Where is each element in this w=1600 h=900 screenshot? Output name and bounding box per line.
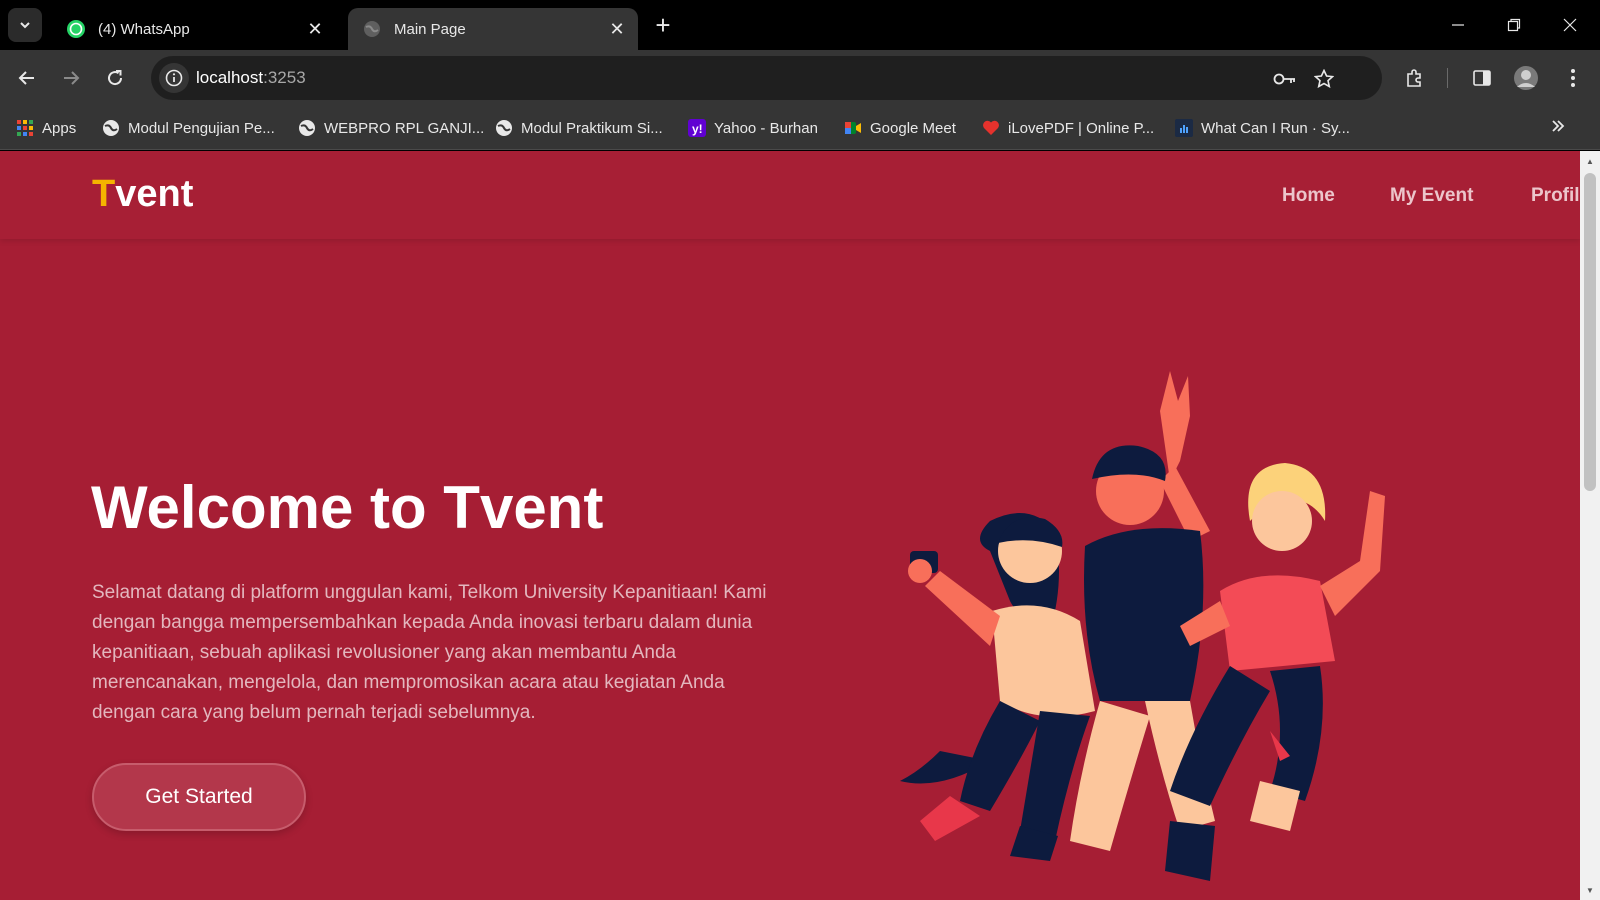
minimize-button[interactable] (1436, 8, 1480, 42)
bookmark-yahoo[interactable]: y! Yahoo - Burhan (688, 116, 818, 140)
bookmark-label: Apps (42, 119, 77, 137)
bookmark-apps[interactable]: Apps (16, 116, 76, 140)
svg-text:y!: y! (692, 122, 703, 136)
site-logo[interactable]: Tvent (92, 173, 193, 216)
bookmark-label: What Can I Run · Sy... (1201, 119, 1350, 137)
address-bar[interactable]: localhost:3253 (151, 56, 1382, 100)
reload-icon (108, 70, 123, 86)
logo-accent-letter: T (92, 173, 116, 215)
tab-title: (4) WhatsApp (98, 20, 190, 38)
arrow-left-icon (18, 71, 34, 85)
reload-button[interactable] (98, 61, 132, 95)
close-icon (1563, 18, 1577, 32)
scrollbar-thumb[interactable] (1584, 173, 1596, 491)
bookmark-label: Modul Praktikum Si... (521, 119, 663, 137)
menu-kebab-icon[interactable] (1556, 61, 1590, 95)
globe-icon (298, 119, 316, 137)
arrow-right-icon (64, 71, 80, 85)
restore-button[interactable] (1492, 8, 1536, 42)
bookmark-label: iLovePDF | Online P... (1008, 119, 1155, 137)
friends-jumping-illustration (900, 371, 1385, 881)
chevron-down-icon (20, 22, 30, 29)
bookmark-modul-pengujian[interactable]: Modul Pengujian Pe... (102, 116, 275, 140)
bookmark-label: Google Meet (870, 119, 956, 137)
key-icon[interactable] (1272, 66, 1298, 92)
nav-link-profil[interactable]: Profil (1531, 185, 1580, 207)
url-host: localhost (196, 68, 264, 87)
close-tab-icon[interactable]: ✕ (604, 16, 630, 42)
bookmark-webpro[interactable]: WEBPRO RPL GANJI... (298, 116, 484, 140)
bookmark-modul-praktikum[interactable]: Modul Praktikum Si... (495, 116, 663, 140)
extensions-icon[interactable] (1398, 61, 1432, 95)
logo-text: vent (115, 173, 194, 215)
close-tab-icon[interactable]: ✕ (302, 16, 328, 42)
bookmark-what-can-i-run[interactable]: What Can I Run · Sy... (1175, 116, 1350, 140)
scroll-up-arrow-icon[interactable]: ▲ (1584, 155, 1596, 167)
globe-icon (495, 119, 513, 137)
globe-icon (102, 119, 120, 137)
site-info-icon[interactable] (159, 63, 189, 93)
yahoo-icon: y! (688, 119, 706, 137)
profile-avatar[interactable] (1509, 61, 1543, 95)
bookmark-label: Yahoo - Burhan (714, 119, 818, 137)
tab-whatsapp[interactable]: (4) WhatsApp ✕ (52, 8, 336, 50)
bookmark-google-meet[interactable]: Google Meet (844, 116, 956, 140)
bookmarks-bar: Apps Modul Pengujian Pe... WEBPRO RPL GA… (0, 106, 1600, 150)
page-scrollbar[interactable]: ▲ ▼ (1580, 151, 1600, 900)
tab-main-page[interactable]: Main Page ✕ (348, 8, 638, 50)
bookmarks-overflow-button[interactable] (1550, 116, 1566, 140)
bookmark-ilovepdf[interactable]: iLovePDF | Online P... (982, 116, 1154, 140)
bookmark-star-icon[interactable] (1311, 66, 1337, 92)
get-started-button[interactable]: Get Started (92, 763, 306, 831)
close-window-button[interactable] (1548, 8, 1592, 42)
apps-grid-icon (16, 119, 34, 137)
forward-button[interactable] (54, 61, 88, 95)
whatsapp-icon (66, 19, 86, 39)
browser-tab-strip: (4) WhatsApp ✕ Main Page ✕ + (0, 0, 1600, 50)
tab-search-button[interactable] (8, 8, 42, 42)
web-page: Tvent Home My Event Profil Welcome to Tv… (0, 151, 1580, 900)
minimize-icon (1452, 24, 1464, 26)
bookmark-label: Modul Pengujian Pe... (128, 119, 275, 137)
hero-title: Welcome to Tvent (91, 474, 604, 541)
google-meet-icon (844, 119, 862, 137)
tab-title: Main Page (394, 20, 466, 38)
browser-toolbar: localhost:3253 (0, 50, 1600, 106)
nav-link-my-event[interactable]: My Event (1390, 185, 1473, 207)
hero-description: Selamat datang di platform unggulan kami… (92, 582, 767, 723)
toolbar-divider (1447, 68, 1448, 88)
bookmark-label: WEBPRO RPL GANJI... (324, 119, 485, 137)
url-port: :3253 (263, 68, 306, 87)
restore-icon (1507, 18, 1521, 32)
back-button[interactable] (10, 61, 44, 95)
site-icon (1175, 119, 1193, 137)
nav-link-home[interactable]: Home (1282, 185, 1335, 207)
side-panel-icon[interactable] (1465, 61, 1499, 95)
url-text: localhost:3253 (196, 68, 306, 88)
scroll-down-arrow-icon[interactable]: ▼ (1584, 884, 1596, 896)
heart-icon (982, 119, 1000, 137)
chevron-double-right-icon (1550, 118, 1566, 138)
globe-icon (362, 19, 382, 39)
new-tab-button[interactable]: + (648, 10, 678, 40)
site-navbar: Tvent Home My Event Profil (0, 151, 1580, 239)
